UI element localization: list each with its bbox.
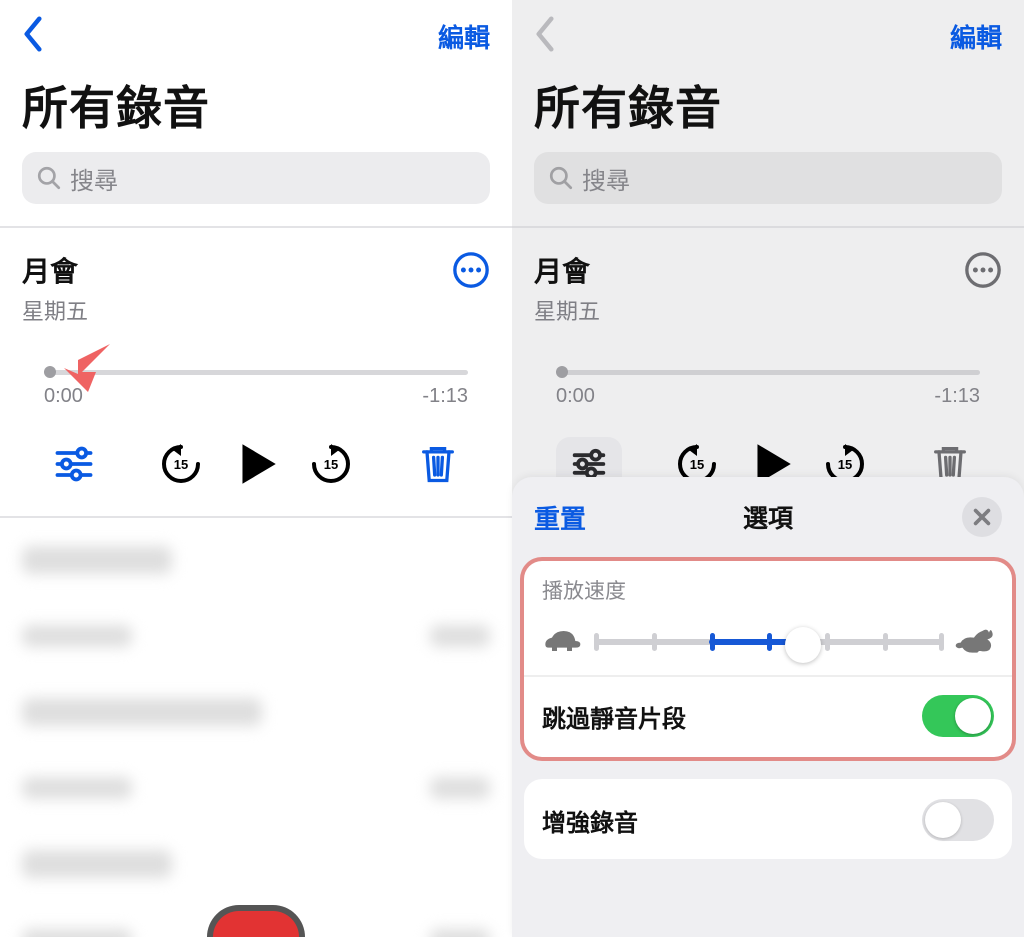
enhance-label: 增強錄音 [542,803,638,838]
turtle-icon [542,626,582,656]
more-button[interactable] [964,251,1002,289]
forward-15-icon: 15 [309,442,353,486]
rewind-15-icon: 15 [159,442,203,486]
time-elapsed: 0:00 [556,385,595,408]
edit-button[interactable]: 編輯 [950,18,1002,55]
delete-button[interactable] [408,434,468,494]
time-remaining: -1:13 [422,385,468,408]
record-button[interactable] [207,905,305,937]
close-button[interactable] [962,497,1002,537]
pane-right: 編輯 所有錄音 搜尋 月會 星期五 0:00 -1:13 [512,0,1024,937]
svg-text:15: 15 [837,457,851,472]
page-title: 所有錄音 [512,72,1024,152]
time-remaining: -1:13 [934,385,980,408]
options-sheet: 重置 選項 播放速度 [512,477,1024,937]
play-button[interactable] [226,434,286,494]
options-button[interactable] [44,434,104,494]
enhance-group: 增強錄音 [524,779,1012,859]
recording-item[interactable]: 月會 星期五 0:00 -1:13 [512,244,1024,516]
slider-thumb[interactable] [785,627,821,663]
recording-title: 月會 [22,250,78,290]
reset-button[interactable]: 重置 [534,499,586,536]
sliders-icon [52,442,96,486]
search-placeholder: 搜尋 [70,161,118,196]
divider [512,226,1024,228]
svg-text:15: 15 [174,457,188,472]
recording-subtitle: 星期五 [22,294,490,326]
forward-15-button[interactable]: 15 [301,434,361,494]
rabbit-icon [954,626,994,656]
timeline-knob[interactable] [556,366,568,378]
search-placeholder: 搜尋 [582,161,630,196]
back-button[interactable] [22,16,54,56]
nav-bar: 編輯 [512,0,1024,72]
rewind-15-button[interactable]: 15 [151,434,211,494]
divider [0,226,512,228]
speed-label: 播放速度 [542,575,994,605]
svg-text:15: 15 [323,457,337,472]
playback-timeline[interactable] [556,370,980,375]
playback-group: 播放速度 [524,561,1012,757]
speed-slider[interactable] [594,625,942,657]
edit-button[interactable]: 編輯 [438,18,490,55]
skip-silence-label: 跳過靜音片段 [542,699,686,734]
search-icon [36,165,62,191]
close-icon [971,506,993,528]
enhance-toggle[interactable] [922,799,994,841]
trash-icon [416,442,460,486]
timeline-knob[interactable] [44,366,56,378]
annotation-arrow [58,336,118,396]
skip-silence-toggle[interactable] [922,695,994,737]
page-title: 所有錄音 [0,72,512,152]
pane-left: 編輯 所有錄音 搜尋 月會 星期五 0:00 -1:13 [0,0,512,937]
recording-subtitle: 星期五 [534,294,1002,326]
sheet-title: 選項 [512,499,1024,535]
more-button[interactable] [452,251,490,289]
search-input[interactable]: 搜尋 [22,152,490,204]
search-icon [548,165,574,191]
recording-title: 月會 [534,250,590,290]
play-icon [230,438,282,490]
nav-bar: 編輯 [0,0,512,72]
recording-list-blurred [0,518,512,937]
back-button[interactable] [534,16,566,56]
svg-text:15: 15 [690,457,704,472]
search-input[interactable]: 搜尋 [534,152,1002,204]
